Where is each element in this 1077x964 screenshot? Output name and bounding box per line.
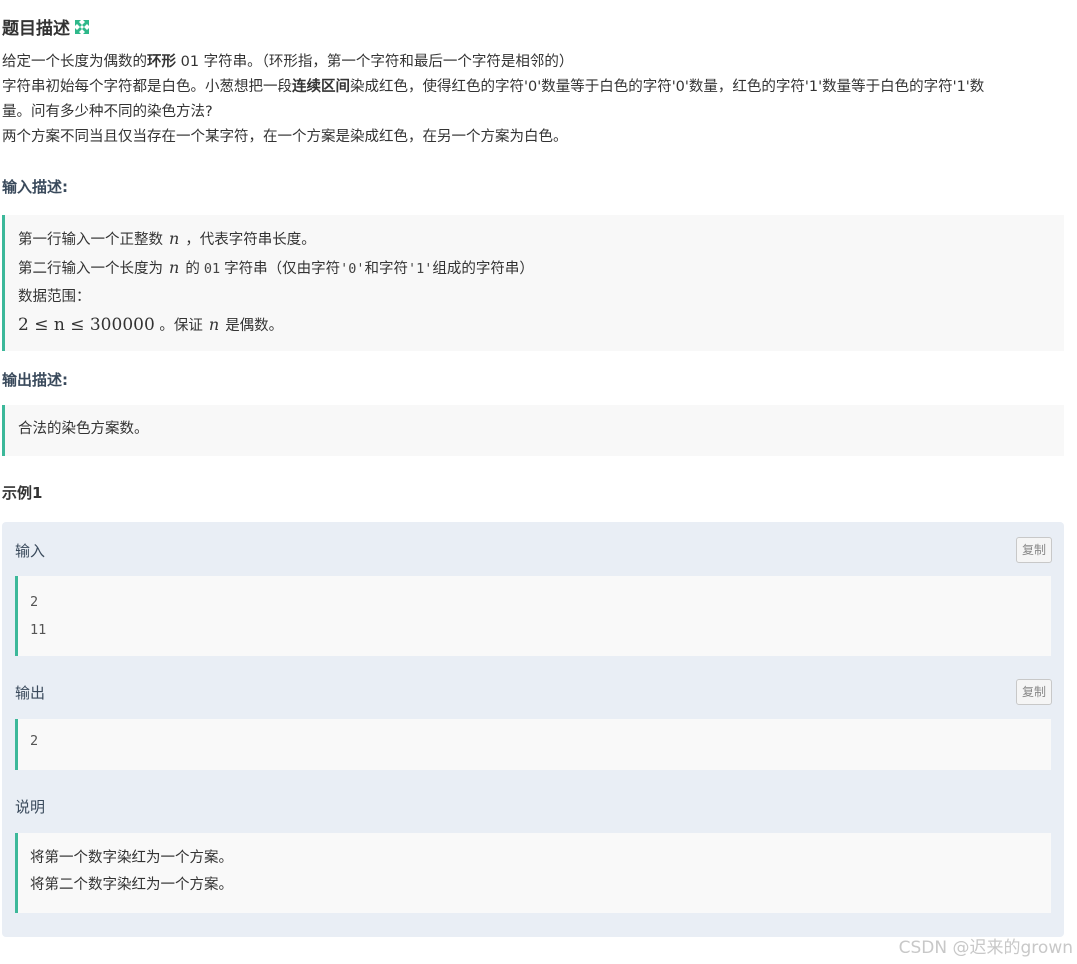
note-line: 将第二个数字染红为一个方案。 [30,877,233,893]
page-title: 题目描述 [2,19,70,39]
example-output-code: 2 [15,719,1051,770]
output-text: 合法的染色方案数。 [18,421,149,437]
watermark: CSDN @迟来的grown [898,938,1073,958]
description-line-2: 字符串初始每个字符都是白色。小葱想把一段连续区间染成红色，使得红色的字符'0'数… [2,79,985,95]
constraint-formula: 2 ≤ n ≤ 300000 [18,315,155,335]
title-row: 题目描述 [2,14,90,39]
input-line-4: 2 ≤ n ≤ 300000 。保证 n 是偶数。 [18,315,284,335]
example-note-label: 说明 [15,798,46,816]
example-note-box: 将第一个数字染红为一个方案。 将第二个数字染红为一个方案。 [15,833,1051,913]
example-heading: 示例1 [2,484,43,502]
input-description-box: 第一行输入一个正整数 n ，代表字符串长度。 第二行输入一个长度为 n 的 01 字符串（仅… [2,215,1064,351]
input-code-line: 2 [30,594,39,610]
expand-icon[interactable] [74,19,90,35]
example-input-code: 2 11 [15,576,1051,656]
input-code-line: 11 [30,622,47,638]
example-input-label: 输入 [15,542,46,560]
input-heading: 输入描述: [2,178,68,196]
note-line: 将第一个数字染红为一个方案。 [30,850,233,866]
description-line-3: 量。问有多少种不同的染色方法? [2,104,213,120]
input-line-2: 第二行输入一个长度为 n 的 01 字符串（仅由字符'0'和字符'1'组成的字符串） [18,258,534,277]
example-output-label: 输出 [15,684,46,702]
description-line-4: 两个方案不同当且仅当存在一个某字符，在一个方案是染成红色，在另一个方案为白色。 [2,129,568,145]
input-line-3: 数据范围： [18,289,91,305]
output-heading: 输出描述: [2,371,68,389]
input-line-1: 第一行输入一个正整数 n ，代表字符串长度。 [18,229,316,248]
output-code-line: 2 [30,733,39,749]
copy-input-button[interactable]: 复制 [1016,537,1052,563]
description-line-1: 给定一个长度为偶数的环形 01 字符串。（环形指，第一个字符和最后一个字符是相邻… [2,54,574,70]
copy-output-button[interactable]: 复制 [1016,679,1052,705]
example-panel: 输入 复制 2 11 输出 复制 2 说明 将第一个数字染红为一个方案。 将第二… [2,522,1064,937]
output-description-box: 合法的染色方案数。 [2,405,1064,456]
